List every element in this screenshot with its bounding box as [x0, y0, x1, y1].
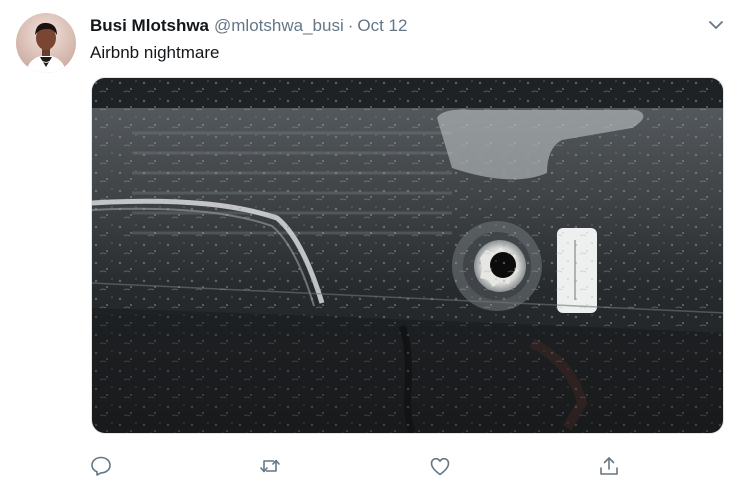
tweet-text: Airbnb nightmare	[90, 43, 220, 62]
chevron-down-icon[interactable]	[706, 15, 726, 35]
tweet-card: Busi Mlotshwa @mlotshwa_busi · Oct 12 Airbn…	[0, 0, 748, 494]
heart-icon[interactable]	[428, 454, 452, 478]
comment-icon[interactable]	[89, 454, 113, 478]
tweet-date[interactable]: Oct 12	[357, 16, 407, 35]
display-name[interactable]: Busi Mlotshwa	[90, 16, 209, 35]
retweet-icon[interactable]	[258, 454, 282, 478]
user-handle[interactable]: @mlotshwa_busi	[214, 16, 344, 35]
avatar[interactable]	[16, 13, 76, 73]
separator-dot: ·	[347, 16, 354, 35]
share-icon[interactable]	[597, 454, 621, 478]
tweet-photo[interactable]	[91, 77, 724, 434]
tweet-header: Busi Mlotshwa @mlotshwa_busi · Oct 12	[90, 15, 407, 37]
